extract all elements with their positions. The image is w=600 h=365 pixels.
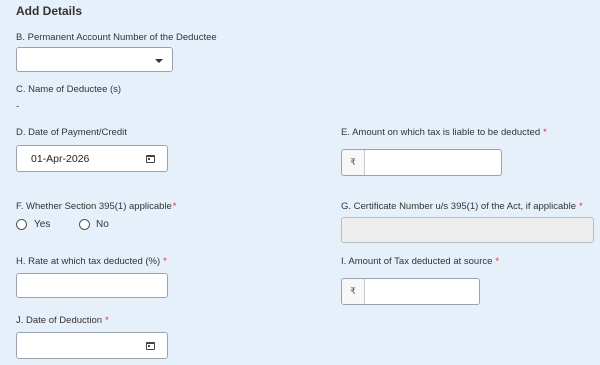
rupee-icon: ₹ xyxy=(342,279,365,304)
rupee-icon: ₹ xyxy=(342,150,365,175)
rate-input[interactable] xyxy=(16,273,168,298)
tax-amount-input[interactable]: ₹ xyxy=(341,278,480,305)
section395-yes-label[interactable]: Yes xyxy=(34,219,50,230)
section395-no-label[interactable]: No xyxy=(96,219,109,230)
payment-date-label: D. Date of Payment/Credit xyxy=(16,127,127,138)
certificate-label: G. Certificate Number u/s 395(1) of the … xyxy=(341,201,583,212)
rate-label: H. Rate at which tax deducted (%) * xyxy=(16,256,167,267)
section-title: Add Details xyxy=(16,4,83,18)
deductee-name-value: - xyxy=(16,101,20,112)
calendar-icon[interactable] xyxy=(146,155,155,163)
pan-select[interactable] xyxy=(16,47,173,72)
section395-no-radio[interactable] xyxy=(79,219,90,230)
amount-liable-label: E. Amount on which tax is liable to be d… xyxy=(341,127,547,138)
section395-yes-radio[interactable] xyxy=(16,219,27,230)
certificate-input[interactable] xyxy=(341,217,594,243)
payment-date-input[interactable]: 01-Apr-2026 xyxy=(16,145,168,172)
tax-amount-label: I. Amount of Tax deducted at source * xyxy=(341,256,500,267)
amount-liable-input[interactable]: ₹ xyxy=(341,149,502,176)
pan-label: B. Permanent Account Number of the Deduc… xyxy=(16,32,217,43)
deduction-date-label: J. Date of Deduction * xyxy=(16,315,109,326)
deduction-date-input[interactable] xyxy=(16,332,168,359)
deductee-name-label: C. Name of Deductee (s) xyxy=(16,84,122,95)
section395-label: F. Whether Section 395(1) applicable* xyxy=(16,201,177,212)
chevron-down-icon xyxy=(155,59,163,63)
payment-date-value: 01-Apr-2026 xyxy=(31,153,90,165)
calendar-icon[interactable] xyxy=(146,342,155,350)
